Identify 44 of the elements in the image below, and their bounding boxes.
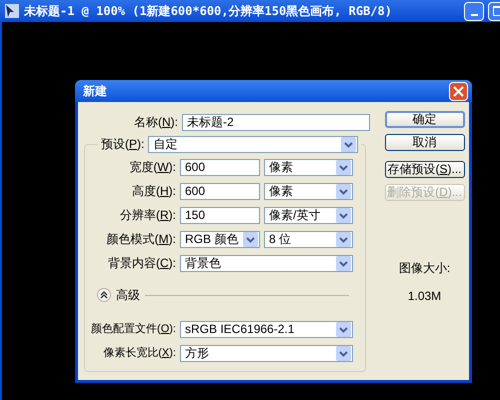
dialog-title: 新建 xyxy=(83,83,107,100)
dropdown[interactable]: RGB 颜色 xyxy=(180,230,260,248)
chevron-down-icon xyxy=(336,346,351,360)
chevron-down-icon xyxy=(336,256,351,270)
dialog-button[interactable]: 确定 xyxy=(384,111,464,128)
window-title: 未标题-1 @ 100% (1新建600*600,分辨率150黑色画布, RGB/8) xyxy=(24,3,393,20)
input-field[interactable]: 600 xyxy=(180,158,260,176)
image-size-value: 1.03M xyxy=(408,288,442,305)
field-label: 名称(N): xyxy=(132,114,178,131)
chevron-down-icon xyxy=(243,232,258,246)
field-label: 颜色配置文件(O): xyxy=(90,322,176,337)
dropdown[interactable]: 方形 xyxy=(180,344,353,362)
dialog-button[interactable]: 存储预设(S)... xyxy=(384,161,464,178)
chevron-down-icon xyxy=(336,322,351,336)
dropdown[interactable]: 背景色 xyxy=(180,254,353,272)
field-label: 预设(P): xyxy=(101,136,144,153)
chevron-down-icon xyxy=(336,160,351,174)
input-field[interactable]: 未标题-2 xyxy=(182,114,370,130)
field-label: 宽度(W): xyxy=(128,159,176,176)
dropdown[interactable]: 像素/英寸 xyxy=(264,206,353,224)
chevron-down-icon xyxy=(341,136,356,152)
close-button[interactable] xyxy=(449,82,468,100)
input-field[interactable]: 600 xyxy=(180,182,260,200)
image-size-label: 图像大小: xyxy=(398,260,450,277)
app-icon xyxy=(4,3,20,19)
field-label: 高度(H): xyxy=(130,183,176,200)
input-field[interactable]: 150 xyxy=(180,206,260,224)
field-label: 颜色模式(M): xyxy=(106,231,176,248)
minimize-button[interactable] xyxy=(464,2,484,20)
close-icon xyxy=(453,86,464,96)
dropdown[interactable]: 像素 xyxy=(264,158,353,176)
chevron-down-icon xyxy=(336,232,351,246)
dropdown[interactable]: sRGB IEC61966-2.1 xyxy=(180,320,353,338)
field-label: 像素长宽比(X): xyxy=(102,346,176,361)
collapse-icon[interactable] xyxy=(97,288,111,302)
dropdown[interactable]: 自定 xyxy=(148,136,358,152)
field-label: 分辨率(R): xyxy=(118,207,176,224)
dropdown[interactable]: 8 位 xyxy=(264,230,353,248)
chevron-down-icon xyxy=(336,208,351,222)
section-label: 高级 xyxy=(116,287,140,304)
field-label: 背景内容(C): xyxy=(106,255,176,272)
chevron-down-icon xyxy=(336,184,351,198)
dialog-button[interactable]: 取消 xyxy=(384,134,464,151)
dropdown[interactable]: 像素 xyxy=(264,182,353,200)
